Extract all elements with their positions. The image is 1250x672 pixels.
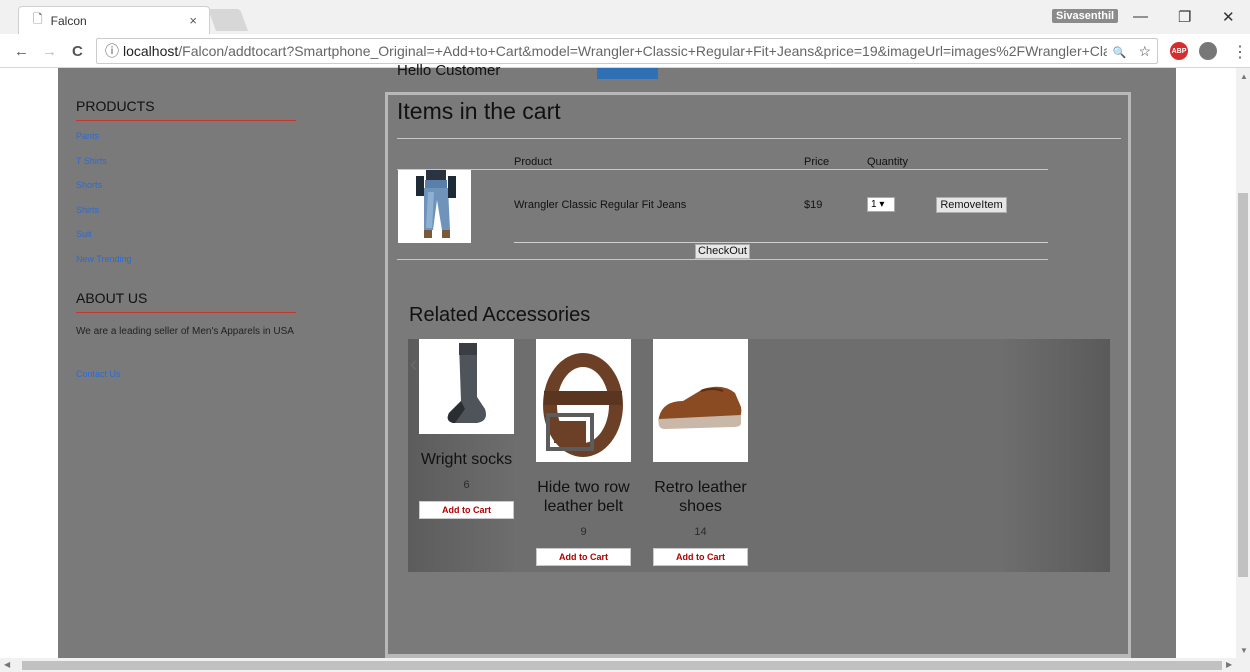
related-item-price: 14 (694, 526, 707, 538)
socks-image (419, 339, 514, 434)
checkout-button[interactable]: CheckOut (695, 244, 750, 259)
column-product: Product (514, 156, 552, 168)
toolbar: ← → C ⓘ localhost/Falcon/addtocart?Smartp… (0, 34, 1250, 68)
divider (397, 138, 1121, 139)
chevron-left-icon[interactable]: ‹ (410, 351, 417, 377)
close-window-icon[interactable]: ✕ (1222, 8, 1235, 26)
minimize-icon[interactable]: — (1133, 8, 1148, 25)
zoom-icon[interactable]: 🔍 (1113, 47, 1127, 59)
remove-item-button[interactable]: RemoveItem (936, 197, 1007, 213)
related-heading: Related Accessories (409, 304, 591, 326)
product-image-jeans (398, 170, 471, 243)
products-heading: PRODUCTS (76, 98, 296, 121)
divider (514, 242, 1048, 243)
url-host: localhost (123, 43, 179, 59)
reload-icon[interactable]: C (72, 43, 83, 60)
back-icon[interactable]: ← (14, 43, 29, 60)
scroll-up-icon[interactable]: ▲ (1240, 72, 1248, 81)
greeting: Hello Customer (397, 62, 501, 79)
related-item-name: Retro leather shoes (654, 479, 747, 515)
sidebar-link-shorts[interactable]: Shorts (76, 180, 296, 205)
about-heading: ABOUT US (76, 290, 296, 313)
tab-bar: 🗋 Falcon × Sivasenthil — ❐ ✕ (0, 0, 1250, 34)
cart-item-name: Wrangler Classic Regular Fit Jeans (514, 199, 687, 211)
related-item-socks: Wright socks 6 Add to Cart (419, 339, 514, 519)
add-to-cart-button[interactable]: Add to Cart (653, 548, 748, 566)
menu-icon[interactable]: ⋮ (1232, 42, 1248, 62)
add-to-cart-button[interactable]: Add to Cart (419, 501, 514, 519)
horizontal-scroll-thumb[interactable] (22, 661, 1222, 670)
scroll-left-icon[interactable]: ◀ (4, 660, 10, 669)
sidebar: PRODUCTS Pants T Shirts Shorts Shirts Su… (76, 98, 296, 379)
sidebar-link-suit[interactable]: Suit (76, 229, 296, 254)
vertical-scroll-thumb[interactable] (1238, 193, 1248, 577)
tab-falcon[interactable]: 🗋 Falcon × (18, 6, 210, 34)
quantity-select[interactable]: 1 ▾ (867, 197, 895, 212)
bookmark-star-icon[interactable]: ☆ (1138, 43, 1151, 59)
sidebar-link-tshirts[interactable]: T Shirts (76, 156, 296, 181)
sidebar-link-shirts[interactable]: Shirts (76, 205, 296, 230)
tab-close-icon[interactable]: × (189, 13, 197, 28)
contact-link[interactable]: Contact Us (76, 369, 296, 379)
cart-item-price: $19 (804, 199, 823, 211)
page-title: Items in the cart (397, 98, 561, 124)
page-margin (1176, 68, 1236, 658)
page-icon: 🗋 (33, 12, 43, 26)
related-item-belt: Hide two row leather belt 9 Add to Cart (536, 339, 631, 566)
related-item-price: 9 (580, 526, 587, 538)
sidebar-link-pants[interactable]: Pants (76, 131, 296, 156)
restore-icon[interactable]: ❐ (1178, 8, 1191, 26)
tab-title: Falcon (50, 13, 87, 28)
scroll-down-icon[interactable]: ▼ (1240, 646, 1248, 655)
info-icon[interactable]: ⓘ (105, 43, 119, 59)
divider (397, 259, 1048, 260)
related-carousel: ‹ › Wright socks 6 Add to Cart Hide two … (408, 339, 1110, 572)
related-item-name: Wright socks (420, 451, 513, 468)
add-to-cart-button[interactable]: Add to Cart (536, 548, 631, 566)
chevron-right-icon[interactable]: › (1016, 351, 1023, 377)
divider (397, 169, 1048, 170)
url-path: /Falcon/addtocart?Smartphone_Original=+A… (178, 43, 1123, 59)
adblock-icon[interactable]: ABP (1170, 42, 1188, 60)
scroll-right-icon[interactable]: ▶ (1226, 660, 1232, 669)
column-price: Price (804, 156, 830, 168)
belt-image (536, 339, 631, 462)
new-tab-button[interactable] (207, 9, 249, 31)
related-item-shoes: Retro leather shoes 14 Add to Cart (653, 339, 748, 566)
related-item-name: Hide two row leather belt (537, 479, 630, 515)
sidebar-link-new-trending[interactable]: New Trending (76, 254, 296, 279)
shoes-image (653, 339, 748, 462)
about-text: We are a leading seller of Men's Apparel… (76, 326, 294, 337)
address-bar[interactable]: ⓘ localhost/Falcon/addtocart?Smartphone_O… (96, 38, 1158, 64)
related-item-price: 6 (463, 479, 470, 491)
extension-icon[interactable] (1199, 42, 1217, 60)
nav-active-button[interactable] (597, 68, 658, 79)
profile-name[interactable]: Sivasenthil (1052, 9, 1119, 23)
forward-icon[interactable]: → (42, 43, 57, 60)
column-quantity: Quantity (867, 156, 908, 168)
omnibox-icons: 🔍 ☆ (1106, 39, 1151, 63)
